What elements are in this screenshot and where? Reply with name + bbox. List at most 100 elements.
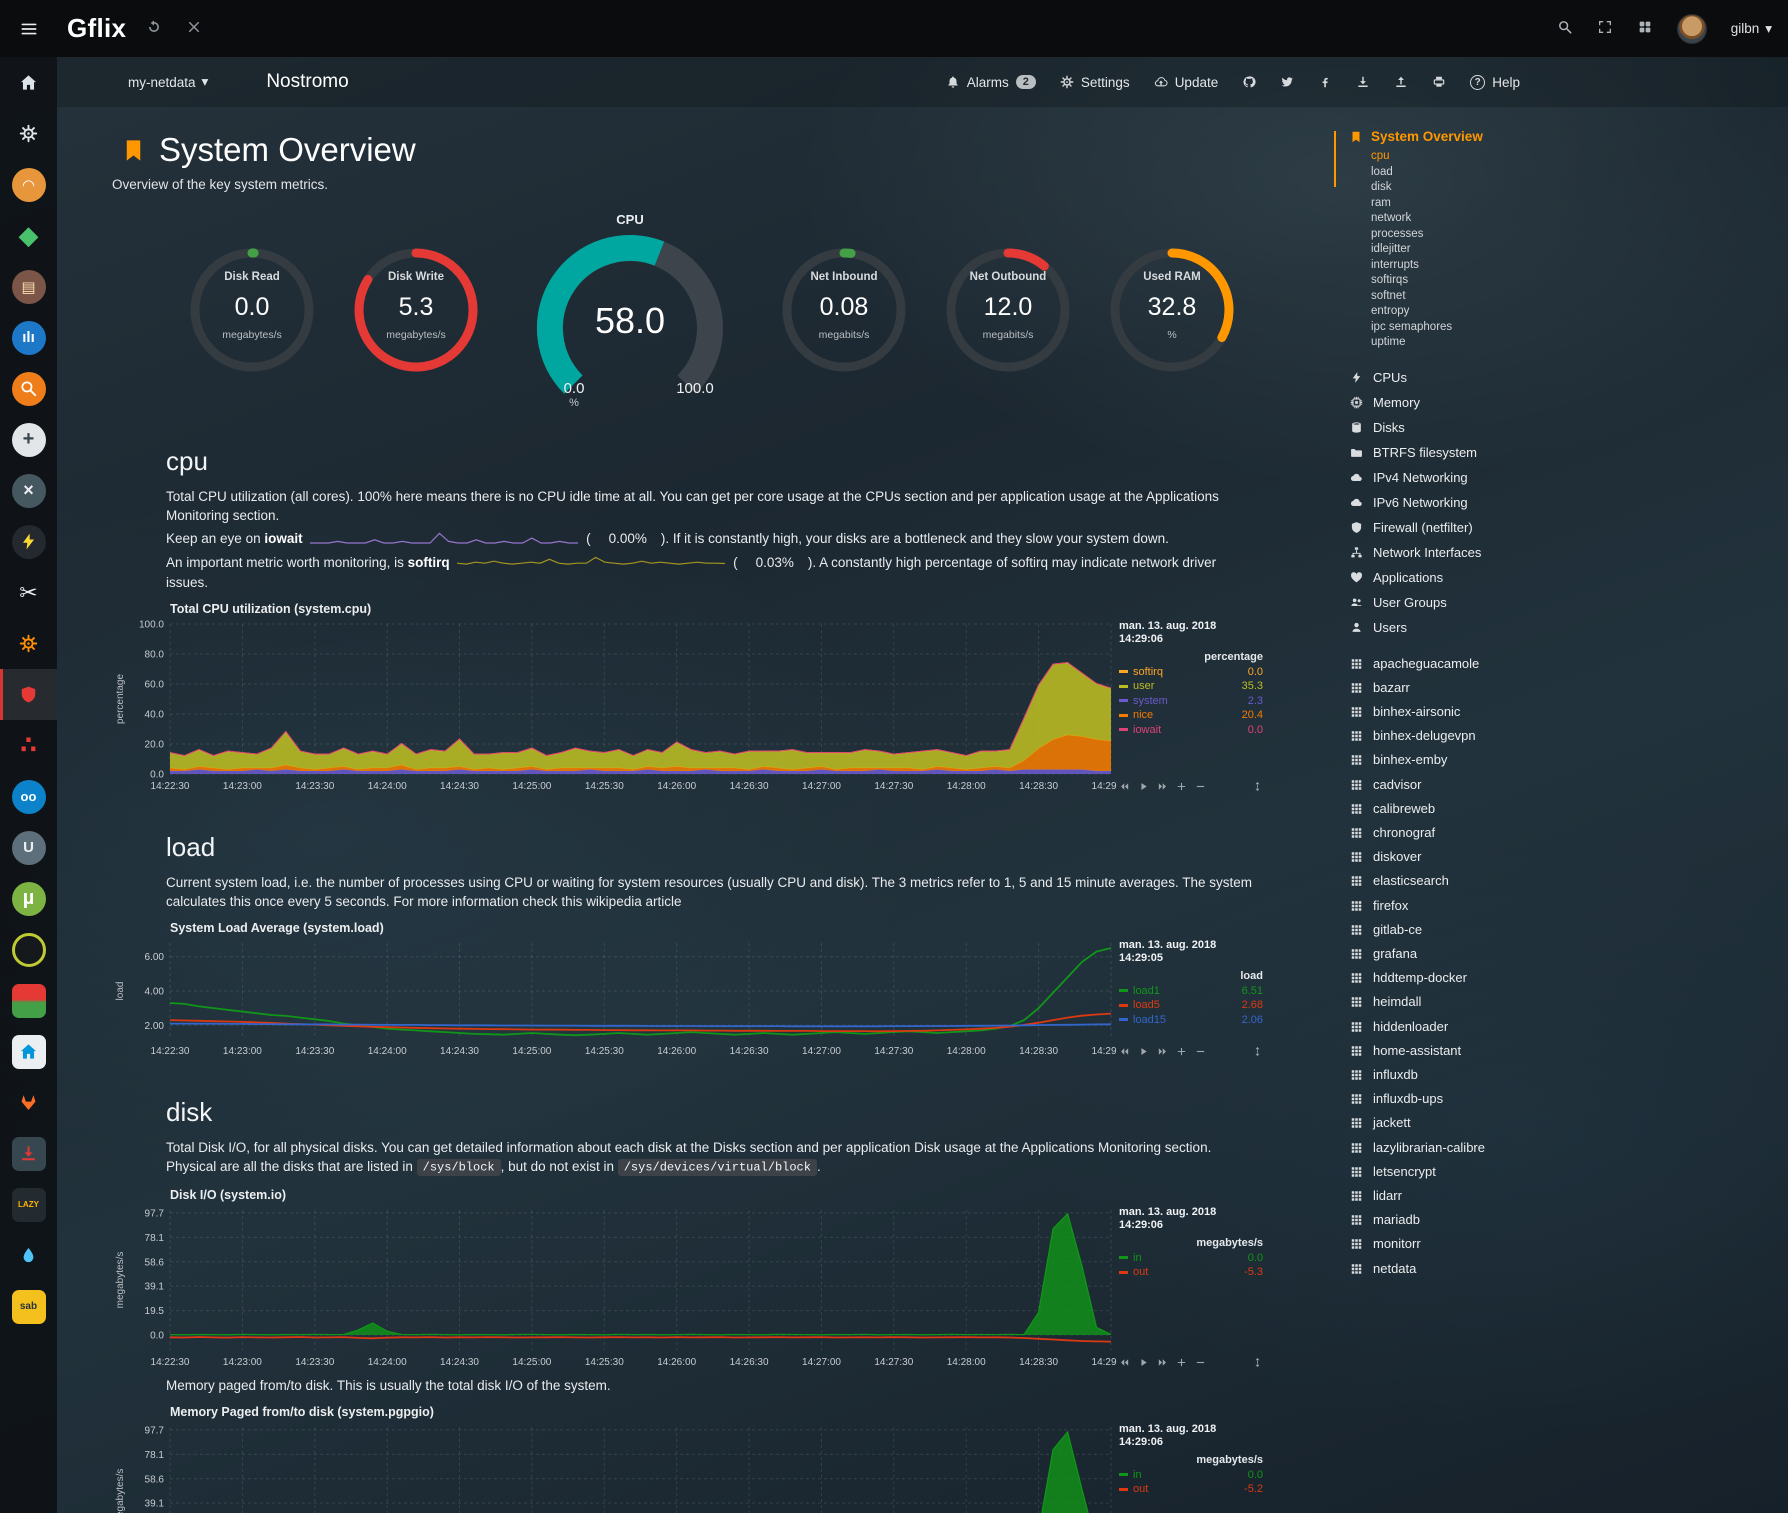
chart-canvas[interactable]: 14:22:3014:23:0014:23:3014:24:0014:24:30…: [112, 1421, 1117, 1513]
twitter-button[interactable]: [1280, 75, 1294, 89]
alarms-button[interactable]: Alarms 2: [946, 75, 1036, 90]
hamburger-menu-button[interactable]: [0, 0, 57, 57]
menu-sub-softnet[interactable]: softnet: [1371, 289, 1778, 305]
menu-sub-ipc-semaphores[interactable]: ipc semaphores: [1371, 320, 1778, 336]
chart-system-pgpgio[interactable]: Memory Paged from/to disk (system.pgpgio…: [112, 1405, 1333, 1513]
help-button[interactable]: ? Help: [1470, 75, 1520, 90]
sidebar-app-plex[interactable]: +: [0, 414, 57, 465]
chart-system-io[interactable]: Disk I/O (system.io)14:22:3014:23:0014:2…: [112, 1188, 1333, 1372]
menu-app-heimdall[interactable]: heimdall: [1349, 990, 1778, 1014]
user-avatar[interactable]: [1677, 14, 1707, 44]
resize-handle-icon[interactable]: [1252, 1046, 1263, 1057]
sidebar-app-searx[interactable]: [0, 363, 57, 414]
github-button[interactable]: [1242, 75, 1256, 89]
chart-canvas[interactable]: 14:22:3014:23:0014:23:3014:24:0014:24:30…: [112, 618, 1117, 796]
menu-app-cadvisor[interactable]: cadvisor: [1349, 773, 1778, 797]
menu-section-memory[interactable]: Memory: [1349, 390, 1778, 415]
zoom-in-icon[interactable]: [1176, 1357, 1187, 1368]
sidebar-app-kodi[interactable]: ×: [0, 465, 57, 516]
menu-app-jackett[interactable]: jackett: [1349, 1111, 1778, 1135]
zoom-out-icon[interactable]: [1195, 1046, 1206, 1057]
sidebar-app-deluge[interactable]: [0, 1230, 57, 1281]
sidebar-app-home[interactable]: [0, 57, 57, 108]
gauge-used-ram[interactable]: Used RAM32.8%: [1097, 235, 1247, 387]
sidebar-app-cherry[interactable]: ∴: [0, 720, 57, 771]
user-menu[interactable]: gilbn ▾: [1731, 21, 1772, 37]
legend-in[interactable]: in0.0: [1119, 1251, 1263, 1266]
menu-app-netdata[interactable]: netdata: [1349, 1257, 1778, 1281]
play-icon[interactable]: [1138, 1046, 1149, 1057]
menu-section-btrfs-filesystem[interactable]: BTRFS filesystem: [1349, 440, 1778, 465]
menu-sub-interrupts[interactable]: interrupts: [1371, 258, 1778, 274]
settings-button[interactable]: Settings: [1060, 75, 1130, 90]
menu-app-chronograf[interactable]: chronograf: [1349, 821, 1778, 845]
gauge-net-inbound[interactable]: Net Inbound0.08megabits/s: [769, 235, 919, 387]
apps-grid-icon[interactable]: [1637, 19, 1653, 38]
pan-forward-icon[interactable]: [1157, 781, 1168, 792]
sidebar-app-gems[interactable]: ◆: [0, 210, 57, 261]
menu-section-cpus[interactable]: CPUs: [1349, 365, 1778, 390]
legend-softirq[interactable]: softirq0.0: [1119, 665, 1263, 680]
zoom-out-icon[interactable]: [1195, 1357, 1206, 1368]
chart-canvas[interactable]: 14:22:3014:23:0014:23:3014:24:0014:24:30…: [112, 1204, 1117, 1372]
menu-app-lazylibrarian-calibre[interactable]: lazylibrarian-calibre: [1349, 1136, 1778, 1160]
menu-app-home-assistant[interactable]: home-assistant: [1349, 1039, 1778, 1063]
menu-sub-ram[interactable]: ram: [1371, 196, 1778, 212]
pan-backward-icon[interactable]: [1119, 1046, 1130, 1057]
gauge-net-outbound[interactable]: Net Outbound12.0megabits/s: [933, 235, 1083, 387]
menu-section-firewall-netfilter-[interactable]: Firewall (netfilter): [1349, 515, 1778, 540]
sidebar-app-sabnzbd[interactable]: sab: [0, 1281, 57, 1332]
menu-sub-softirqs[interactable]: softirqs: [1371, 273, 1778, 289]
chart-system-load[interactable]: System Load Average (system.load)14:22:3…: [112, 921, 1333, 1061]
legend-iowait[interactable]: iowait0.0: [1119, 723, 1263, 738]
legend-out[interactable]: out-5.2: [1119, 1482, 1263, 1497]
sidebar-app-ubooquity[interactable]: U: [0, 822, 57, 873]
menu-section-network-interfaces[interactable]: Network Interfaces: [1349, 540, 1778, 565]
menu-app-grafana[interactable]: grafana: [1349, 942, 1778, 966]
menu-app-binhex-delugevpn[interactable]: binhex-delugevpn: [1349, 724, 1778, 748]
sidebar-app-ring[interactable]: [0, 924, 57, 975]
server-dropdown[interactable]: my-netdata ▾: [128, 74, 208, 90]
sidebar-app-stack[interactable]: ▤: [0, 261, 57, 312]
chart-canvas[interactable]: 14:22:3014:23:0014:23:3014:24:0014:24:30…: [112, 937, 1117, 1061]
sidebar-app-jackett[interactable]: [0, 618, 57, 669]
legend-load1[interactable]: load16.51: [1119, 984, 1263, 999]
sidebar-app-settings[interactable]: [0, 108, 57, 159]
legend-system[interactable]: system2.3: [1119, 694, 1263, 709]
sidebar-app-pills[interactable]: [0, 975, 57, 1026]
menu-app-gitlab-ce[interactable]: gitlab-ce: [1349, 918, 1778, 942]
menu-sub-network[interactable]: network: [1371, 211, 1778, 227]
sidebar-app-tautulli[interactable]: [0, 516, 57, 567]
tab-refresh-icon[interactable]: [146, 19, 162, 38]
menu-section-ipv6-networking[interactable]: IPv6 Networking: [1349, 490, 1778, 515]
search-icon[interactable]: [1557, 19, 1573, 38]
menu-app-bazarr[interactable]: bazarr: [1349, 676, 1778, 700]
export-button[interactable]: [1394, 75, 1408, 89]
resize-handle-icon[interactable]: [1252, 1357, 1263, 1368]
sidebar-app-gitlab[interactable]: [0, 1077, 57, 1128]
menu-section-applications[interactable]: Applications: [1349, 565, 1778, 590]
print-button[interactable]: [1432, 75, 1446, 89]
play-icon[interactable]: [1138, 1357, 1149, 1368]
pan-backward-icon[interactable]: [1119, 781, 1130, 792]
gauge-disk-read[interactable]: Disk Read0.0megabytes/s: [177, 235, 327, 387]
sidebar-app-cutter[interactable]: ✂: [0, 567, 57, 618]
sidebar-app-downloader[interactable]: [0, 1128, 57, 1179]
gauge-cpu[interactable]: CPU58.00.0100.0%: [505, 212, 755, 410]
menu-section-user-groups[interactable]: User Groups: [1349, 590, 1778, 615]
menu-section-users[interactable]: Users: [1349, 615, 1778, 640]
menu-sub-disk[interactable]: disk: [1371, 180, 1778, 196]
play-icon[interactable]: [1138, 781, 1149, 792]
zoom-out-icon[interactable]: [1195, 781, 1206, 792]
menu-app-influxdb-ups[interactable]: influxdb-ups: [1349, 1087, 1778, 1111]
pan-forward-icon[interactable]: [1157, 1357, 1168, 1368]
menu-sub-processes[interactable]: processes: [1371, 227, 1778, 243]
sidebar-app-lazylibrarian[interactable]: LAZY: [0, 1179, 57, 1230]
menu-app-firefox[interactable]: firefox: [1349, 894, 1778, 918]
sidebar-app-home-assistant[interactable]: [0, 1026, 57, 1077]
legend-in[interactable]: in0.0: [1119, 1468, 1263, 1483]
menu-app-elasticsearch[interactable]: elasticsearch: [1349, 869, 1778, 893]
gauge-disk-write[interactable]: Disk Write5.3megabytes/s: [341, 235, 491, 387]
zoom-in-icon[interactable]: [1176, 781, 1187, 792]
menu-app-apacheguacamole[interactable]: apacheguacamole: [1349, 652, 1778, 676]
